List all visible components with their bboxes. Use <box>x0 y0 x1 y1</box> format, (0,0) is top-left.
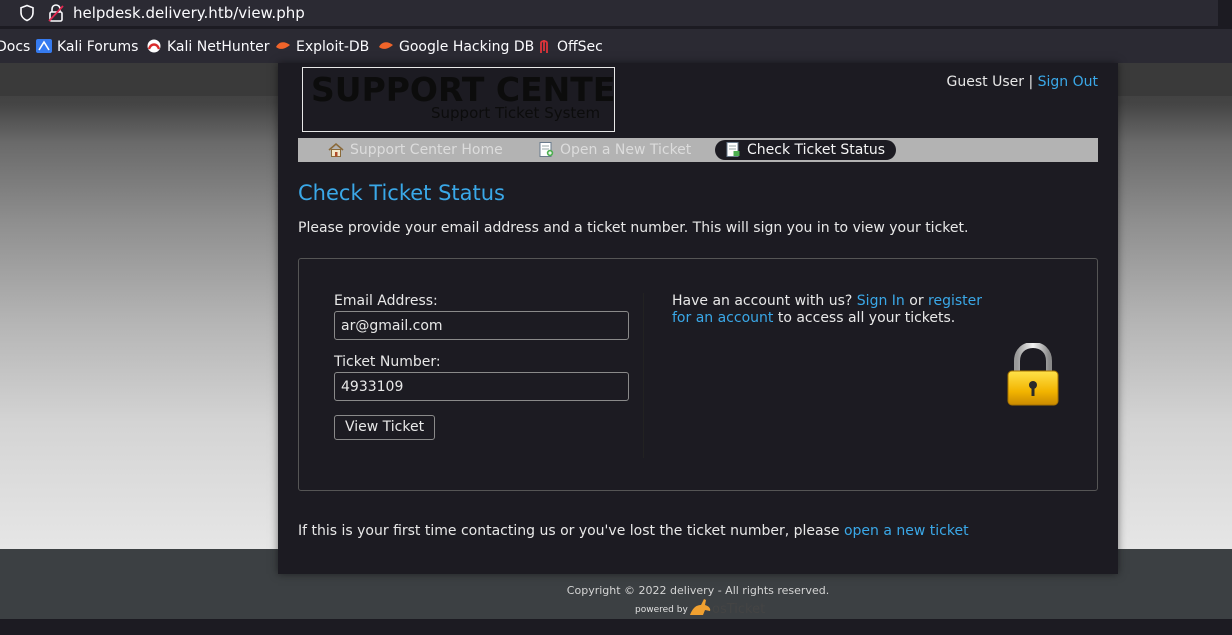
ticket-lookup-panel: Email Address: Ticket Number: View Ticke… <box>298 258 1098 491</box>
open-new-ticket-link[interactable]: open a new ticket <box>844 523 969 539</box>
user-bar-separator: | <box>1028 74 1034 90</box>
url-field[interactable]: helpdesk.delivery.htb/view.php <box>0 0 1218 26</box>
bookmark-docs[interactable]: Docs <box>0 39 30 55</box>
intro-text: Please provide your email address and a … <box>298 220 969 236</box>
account-suffix: to access all your tickets. <box>777 310 956 326</box>
powered-by-osticket[interactable]: powered by osTicket <box>635 597 765 619</box>
padlock-icon <box>1007 343 1059 406</box>
first-time-note: If this is your first time contacting us… <box>298 523 969 539</box>
exploit-db-icon <box>276 42 290 49</box>
bookmark-exploit-db[interactable]: Exploit-DB <box>275 39 369 55</box>
sign-in-link[interactable]: Sign In <box>857 293 905 309</box>
ticket-number-field[interactable] <box>334 372 629 401</box>
powered-by-label: powered by <box>635 605 688 615</box>
browser-url-bar: helpdesk.delivery.htb/view.php <box>0 0 1232 28</box>
email-field[interactable] <box>334 311 629 340</box>
logo-subtitle: Support Ticket System <box>431 104 601 122</box>
main-nav: Support Center Home Open a New Ticket Ch… <box>298 138 1098 162</box>
ticket-number-label: Ticket Number: <box>334 354 441 370</box>
ticket-lookup-form: Email Address: Ticket Number: View Ticke… <box>334 293 644 458</box>
account-info: Have an account with us? Sign In or regi… <box>672 293 992 327</box>
home-icon <box>328 142 344 157</box>
support-center-container: SUPPORT CENTER Support Ticket System Gue… <box>278 63 1118 574</box>
sign-out-link[interactable]: Sign Out <box>1038 74 1098 90</box>
support-center-logo[interactable]: SUPPORT CENTER Support Ticket System <box>302 67 615 132</box>
tab-open-new-ticket[interactable]: Open a New Ticket <box>538 140 691 160</box>
tab-support-center-home[interactable]: Support Center Home <box>328 140 503 160</box>
osticket-kangaroo-logo-icon <box>690 599 711 615</box>
tracking-protection-shield-icon[interactable] <box>18 4 36 22</box>
email-label: Email Address: <box>334 293 438 309</box>
bookmarks-toolbar: Docs Kali Forums Kali NetHunter Exploit-… <box>0 28 1232 63</box>
bookmark-kali-forums[interactable]: Kali Forums <box>36 39 138 55</box>
offsec-icon <box>540 40 548 53</box>
bookmark-offsec[interactable]: OffSec <box>536 39 603 55</box>
kali-forums-icon <box>36 39 52 53</box>
browser-bottom-strip <box>0 619 1232 635</box>
bookmark-google-hacking-db[interactable]: Google Hacking DB <box>378 39 534 55</box>
ghdb-icon <box>379 42 393 49</box>
view-ticket-button[interactable]: View Ticket <box>334 415 436 440</box>
page-title: Check Ticket Status <box>298 181 505 205</box>
guest-user-label: Guest User <box>946 74 1024 90</box>
tab-check-ticket-status[interactable]: Check Ticket Status <box>715 140 896 160</box>
osticket-brand: osTicket <box>712 602 766 617</box>
ticket-status-icon <box>726 142 740 157</box>
account-or: or <box>909 293 924 309</box>
url-text[interactable]: helpdesk.delivery.htb/view.php <box>73 4 305 22</box>
kali-nethunter-icon <box>147 39 161 53</box>
insecure-lock-icon[interactable] <box>47 3 65 23</box>
user-bar: Guest User | Sign Out <box>947 74 1098 90</box>
new-ticket-icon <box>539 142 554 157</box>
copyright-text: Copyright © 2022 delivery - All rights r… <box>566 584 830 597</box>
account-prefix: Have an account with us? <box>672 293 853 309</box>
bookmark-kali-nethunter[interactable]: Kali NetHunter <box>146 39 269 55</box>
